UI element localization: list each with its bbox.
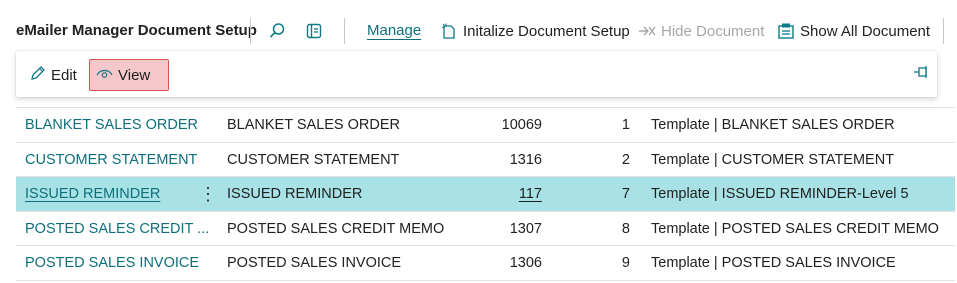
page-title: eMailer Manager Document Setup (16, 22, 257, 39)
table-row[interactable]: CUSTOMER STATEMENT CUSTOMER STATEMENT 13… (16, 143, 955, 178)
description-cell: POSTED SALES INVOICE (227, 255, 402, 272)
description-cell: POSTED SALES CREDIT MEMO (227, 220, 445, 237)
hide-icon (638, 22, 656, 40)
divider (344, 18, 345, 44)
template-cell: Template | ISSUED REMINDER-Level 5 (651, 186, 909, 203)
hide-document-button[interactable]: Hide Document (638, 22, 764, 40)
divider (250, 18, 251, 44)
table-row-selected[interactable]: ISSUED REMINDER ⋮ ISSUED REMINDER 117 7 … (16, 177, 955, 212)
show-all-icon (777, 22, 795, 40)
tab-manage[interactable]: Manage (367, 22, 421, 39)
initialize-label: Initalize Document Setup (463, 22, 630, 40)
show-all-label: Show All Document (800, 22, 931, 40)
new-document-icon (440, 22, 458, 40)
report-id-cell[interactable]: 117 (456, 177, 542, 212)
description-cell: ISSUED REMINDER (227, 186, 363, 203)
code-cell[interactable]: CUSTOMER STATEMENT (25, 143, 210, 178)
open-in-list-icon[interactable] (303, 20, 325, 42)
number-cell: 1 (621, 117, 630, 134)
actions-flyout: Edit View (16, 51, 937, 97)
code-cell[interactable]: BLANKET SALES ORDER (25, 108, 210, 143)
hide-document-label: Hide Document (661, 22, 765, 40)
edit-label: Edit (51, 66, 77, 84)
number-cell: 8 (621, 220, 630, 237)
code-cell[interactable]: ISSUED REMINDER (25, 177, 210, 212)
report-id-cell: 10069 (501, 117, 542, 134)
template-cell: Template | CUSTOMER STATEMENT (651, 151, 895, 168)
view-label: View (118, 66, 151, 84)
template-cell: Template | POSTED SALES INVOICE (651, 255, 896, 272)
table-row[interactable]: POSTED SALES INVOICE POSTED SALES INVOIC… (16, 246, 955, 281)
eye-icon (96, 67, 113, 84)
table-row[interactable]: BLANKET SALES ORDER BLANKET SALES ORDER … (16, 108, 955, 143)
number-cell: 7 (621, 186, 630, 203)
table-row[interactable]: POSTED SALES CREDIT ... POSTED SALES CRE… (16, 212, 955, 247)
view-button[interactable]: View (89, 59, 169, 91)
number-cell: 9 (621, 255, 630, 272)
description-cell: BLANKET SALES ORDER (227, 117, 400, 134)
report-id-cell: 1306 (509, 255, 542, 272)
code-cell[interactable]: POSTED SALES CREDIT ... (25, 212, 210, 247)
document-setup-table: BLANKET SALES ORDER BLANKET SALES ORDER … (16, 97, 955, 281)
template-cell: Template | POSTED SALES CREDIT MEMO (651, 220, 939, 237)
initialize-document-setup-button[interactable]: Initalize Document Setup (440, 22, 630, 40)
pencil-icon (30, 65, 46, 85)
table-header (16, 97, 955, 108)
row-menu-icon[interactable]: ⋮ (199, 177, 217, 212)
page: eMailer Manager Document Setup Manage In… (0, 0, 957, 283)
search-icon[interactable] (266, 20, 288, 42)
code-cell[interactable]: POSTED SALES INVOICE (25, 246, 210, 281)
template-cell: Template | BLANKET SALES ORDER (651, 117, 895, 134)
show-all-document-button[interactable]: Show All Document (777, 22, 930, 40)
report-id-cell: 1316 (509, 151, 542, 168)
description-cell: CUSTOMER STATEMENT (227, 151, 400, 168)
pin-icon[interactable] (913, 65, 931, 84)
report-id-cell: 1307 (509, 220, 542, 237)
divider (943, 18, 944, 44)
number-cell: 2 (621, 151, 630, 168)
edit-button[interactable]: Edit (24, 59, 83, 91)
